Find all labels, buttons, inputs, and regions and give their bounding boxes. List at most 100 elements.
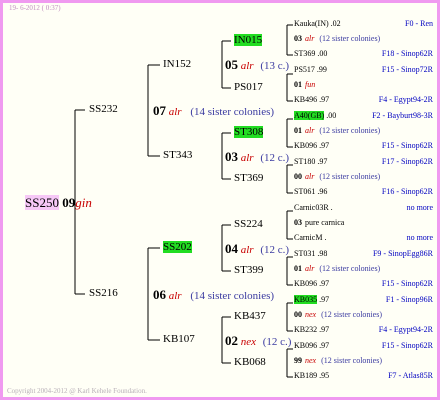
g4-year: .99 <box>316 65 327 74</box>
g4-race: nex <box>305 310 317 319</box>
g4-name[interactable]: ST180.97 <box>294 158 327 166</box>
g4-sister-row: 01 alr (12 sister colonies) <box>294 127 380 135</box>
g4-name[interactable]: ST061.96 <box>294 188 327 196</box>
g4-year: 99 <box>294 356 302 365</box>
g4-name[interactable]: KB035.97 <box>294 295 330 304</box>
g4-name-label: ST180 <box>294 157 316 166</box>
root-race: gin <box>75 195 92 210</box>
g1-entry: SS216 <box>89 288 118 299</box>
g3-name[interactable]: ST308 <box>234 126 264 138</box>
g4-name-label: Carnic03R <box>294 203 329 212</box>
g4-breeder-ref[interactable]: F15 - Sinop62R <box>382 142 433 150</box>
g4-year: .97 <box>319 279 330 288</box>
root-entry: SS250 09gin <box>25 195 92 210</box>
g4-breeder-ref[interactable]: F15 - Sinop62R <box>382 342 433 350</box>
g4-breeder-ref[interactable]: no more <box>407 204 433 212</box>
g4-breeder-ref[interactable]: F17 - Sinop62R <box>382 158 433 166</box>
g4-race: alr <box>305 34 315 43</box>
g2-name[interactable]: SS202 <box>163 241 192 253</box>
g4-breeder-ref[interactable]: F16 - Sinop62R <box>382 188 433 196</box>
g1-year: 06 <box>153 287 166 302</box>
g4-year: .02 <box>330 19 341 28</box>
g2-sisters: (12 c.) <box>260 152 290 164</box>
g3-name[interactable]: ST369 <box>234 173 263 184</box>
g4-sister-row: 01 alr (12 sister colonies) <box>294 265 380 273</box>
g4-name[interactable]: PS517.99 <box>294 66 327 74</box>
g4-breeder-ref[interactable]: F2 - Bayburt98-3R <box>372 112 433 120</box>
g4-name[interactable]: KB096.97 <box>294 280 329 288</box>
g4-name[interactable]: ST031.98 <box>294 250 327 258</box>
g4-year: .97 <box>319 325 330 334</box>
g2-race: alr <box>240 152 254 164</box>
g4-name-label: ST369 <box>294 49 316 58</box>
g4-sister-row: 99 nex (12 sister colonies) <box>294 357 382 365</box>
g2-name[interactable]: ST343 <box>163 150 192 161</box>
g2-sisters: (12 c.) <box>260 244 290 256</box>
g4-sisters: (12 sister colonies) <box>319 264 381 273</box>
g2-info: 04 alr (12 c.) <box>225 242 289 256</box>
g4-year: .97 <box>317 157 328 166</box>
g2-race: alr <box>240 244 254 256</box>
g1-name[interactable]: SS216 <box>89 287 118 299</box>
g4-breeder-ref[interactable]: F18 - Sinop62R <box>382 50 433 58</box>
g4-breeder-ref[interactable]: F15 - Sinop72R <box>382 66 433 74</box>
root-name[interactable]: SS250 <box>25 195 59 210</box>
g4-year: .98 <box>317 249 328 258</box>
g3-name[interactable]: PS017 <box>234 82 263 93</box>
g4-race: nex <box>305 356 317 365</box>
g4-breeder-ref[interactable]: F7 - Atlas85R <box>388 372 433 380</box>
g4-name[interactable]: Carnic03R. <box>294 204 333 212</box>
g4-year: 03 <box>294 218 302 227</box>
g1-race: alr <box>168 290 182 302</box>
g1-race: alr <box>168 106 182 118</box>
g4-race: alr <box>305 264 315 273</box>
g4-name-label: Kauka(IN) <box>294 19 329 28</box>
g4-name[interactable]: KB189.95 <box>294 372 329 380</box>
g3-name[interactable]: IN015 <box>234 34 263 46</box>
g4-sister-row: 00 nex (12 sister colonies) <box>294 311 382 319</box>
g2-year: 02 <box>225 333 238 348</box>
g4-year: .97 <box>319 295 330 304</box>
g4-year: . <box>330 203 333 212</box>
g4-breeder-ref[interactable]: F9 - SinopEgg86R <box>373 250 433 258</box>
g4-breeder-ref[interactable]: F0 - Ren <box>405 20 433 28</box>
g2-year: 03 <box>225 149 238 164</box>
g4-sisters: (12 sister colonies) <box>321 356 382 365</box>
g4-sisters: (12 sister colonies) <box>319 172 381 181</box>
g4-year: 01 <box>294 80 302 89</box>
g4-name[interactable]: KB096.97 <box>294 342 329 350</box>
g4-name[interactable]: CarnicM. <box>294 234 326 242</box>
g3-name[interactable]: ST399 <box>234 265 263 276</box>
g4-sister-row: 03 pure carnica <box>294 219 344 227</box>
g4-sister-row: 01 fun <box>294 81 315 89</box>
g4-name[interactable]: A40(GB) .00 <box>294 111 336 120</box>
g4-name[interactable]: KB232.97 <box>294 326 329 334</box>
g4-name-label: KB096 <box>294 341 318 350</box>
g2-name[interactable]: IN152 <box>163 59 191 70</box>
g4-race: pure carnica <box>305 218 345 227</box>
g4-breeder-ref[interactable]: F4 - Egypt94-2R <box>379 326 433 334</box>
g1-name[interactable]: SS232 <box>89 103 118 115</box>
g4-name[interactable]: ST369.00 <box>294 50 327 58</box>
pedigree-frame: 19- 6-2012 ( 0:37) Copyright 2004-2012 @… <box>0 0 440 400</box>
g1-sisters: (14 sister colonies) <box>190 106 275 118</box>
g4-year: .97 <box>319 341 330 350</box>
g4-year: 03 <box>294 34 302 43</box>
g1-entry: SS232 <box>89 104 118 115</box>
g4-name[interactable]: Kauka(IN) .02 <box>294 20 341 28</box>
g1-info: 07 alr (14 sister colonies) <box>153 104 274 118</box>
g4-name-label: KB096 <box>294 141 318 150</box>
g3-name[interactable]: KB068 <box>234 357 266 368</box>
g4-year: .00 <box>317 49 328 58</box>
g4-breeder-ref[interactable]: F4 - Egypt94-2R <box>379 96 433 104</box>
g2-sisters: (12 c.) <box>262 336 292 348</box>
g3-name[interactable]: SS224 <box>234 219 263 230</box>
g4-breeder-ref[interactable]: F1 - Sinop96R <box>386 296 433 304</box>
g2-name[interactable]: KB107 <box>163 334 195 345</box>
g4-breeder-ref[interactable]: F15 - Sinop62R <box>382 280 433 288</box>
g4-name[interactable]: KB096.97 <box>294 142 329 150</box>
g4-breeder-ref[interactable]: no more <box>407 234 433 242</box>
g4-sisters: (12 sister colonies) <box>319 34 381 43</box>
g3-name[interactable]: KB437 <box>234 311 266 322</box>
g4-name[interactable]: KB496.97 <box>294 96 329 104</box>
